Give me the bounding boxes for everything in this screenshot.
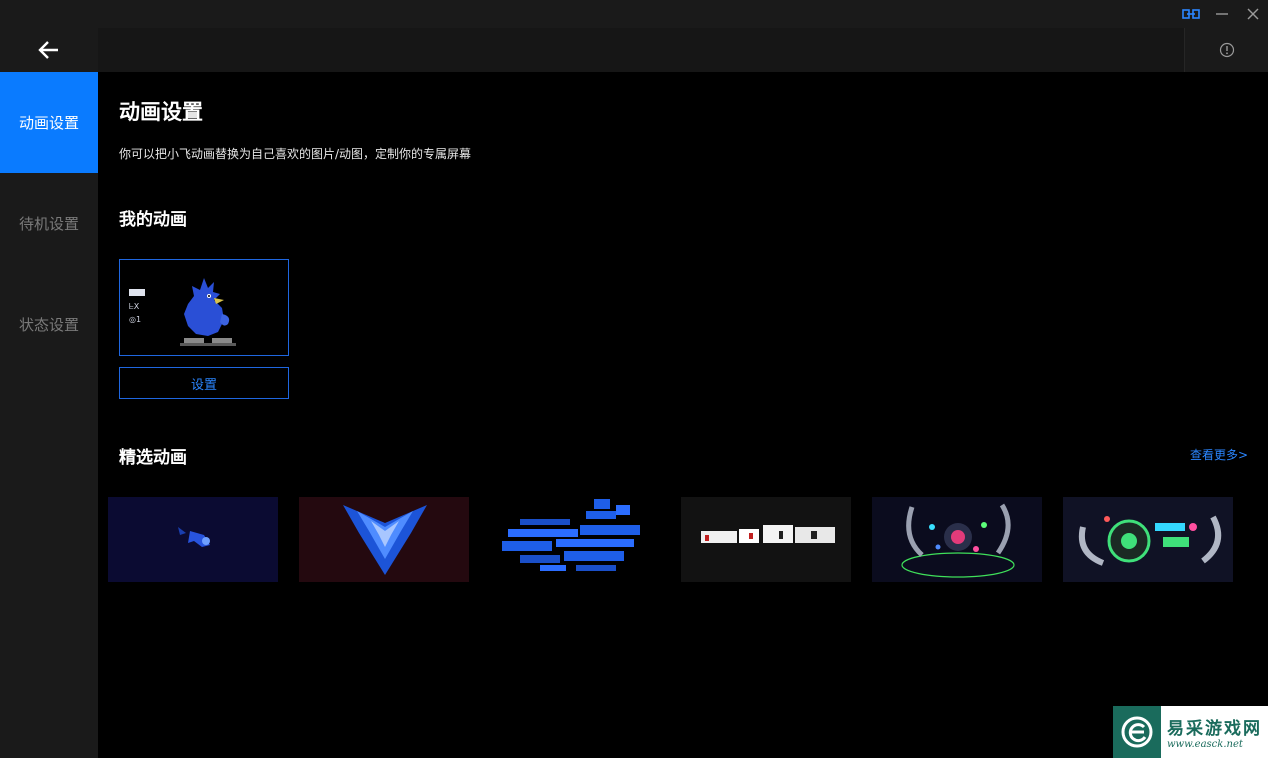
info-button[interactable] bbox=[1184, 28, 1268, 72]
featured-thumbnail-3[interactable] bbox=[490, 497, 660, 582]
sidebar-item-status-settings[interactable]: 状态设置 bbox=[0, 274, 98, 375]
easck-logo-icon bbox=[1113, 706, 1161, 758]
title-bar bbox=[0, 0, 1268, 28]
header-spacer bbox=[98, 28, 1184, 72]
minimize-icon[interactable] bbox=[1207, 0, 1237, 28]
page-description: 你可以把小飞动画替换为自己喜欢的图片/动图，定制你的专属屏幕 bbox=[119, 147, 472, 161]
info-circle-icon bbox=[1219, 42, 1234, 58]
main-content: 动画设置 你可以把小飞动画替换为自己喜欢的图片/动图，定制你的专属屏幕 我的动画… bbox=[98, 72, 1268, 758]
watermark: 易采游戏网 www.easck.net bbox=[1113, 706, 1268, 758]
device-status-preview: ᖶX ◎1 bbox=[129, 287, 145, 326]
link-icon[interactable] bbox=[1176, 0, 1206, 28]
sidebar-item-standby-settings[interactable]: 待机设置 bbox=[0, 173, 98, 274]
mascot-bird-image bbox=[180, 278, 236, 346]
featured-thumbnail-2[interactable] bbox=[299, 497, 469, 582]
see-more-link[interactable]: 查看更多> bbox=[1190, 446, 1248, 463]
page-title: 动画设置 bbox=[119, 100, 203, 124]
sidebar: 动画设置 待机设置 状态设置 bbox=[0, 72, 98, 758]
close-icon[interactable] bbox=[1238, 0, 1268, 28]
header-bar bbox=[0, 28, 1268, 72]
status-line-1: ᖶX bbox=[129, 302, 140, 311]
featured-animations-heading: 精选动画 bbox=[119, 448, 187, 468]
watermark-url: www.easck.net bbox=[1167, 739, 1243, 750]
arrow-left-icon bbox=[38, 41, 58, 59]
featured-thumbnail-6[interactable] bbox=[1063, 497, 1233, 582]
watermark-text: 易采游戏网 www.easck.net bbox=[1161, 714, 1262, 750]
battery-icon bbox=[129, 289, 145, 296]
set-animation-button[interactable]: 设置 bbox=[119, 367, 289, 399]
back-button[interactable] bbox=[0, 28, 98, 72]
featured-thumbnail-5[interactable] bbox=[872, 497, 1042, 582]
featured-thumbnail-1[interactable] bbox=[108, 497, 278, 582]
featured-thumbnails bbox=[108, 497, 1248, 583]
status-line-2: ◎1 bbox=[129, 315, 142, 324]
sidebar-item-animation-settings[interactable]: 动画设置 bbox=[0, 72, 98, 173]
my-animation-heading: 我的动画 bbox=[119, 210, 187, 230]
my-animation-card[interactable]: ᖶX ◎1 bbox=[119, 259, 289, 356]
featured-thumbnail-4[interactable] bbox=[681, 497, 851, 582]
watermark-site-name: 易采游戏网 bbox=[1167, 719, 1262, 739]
